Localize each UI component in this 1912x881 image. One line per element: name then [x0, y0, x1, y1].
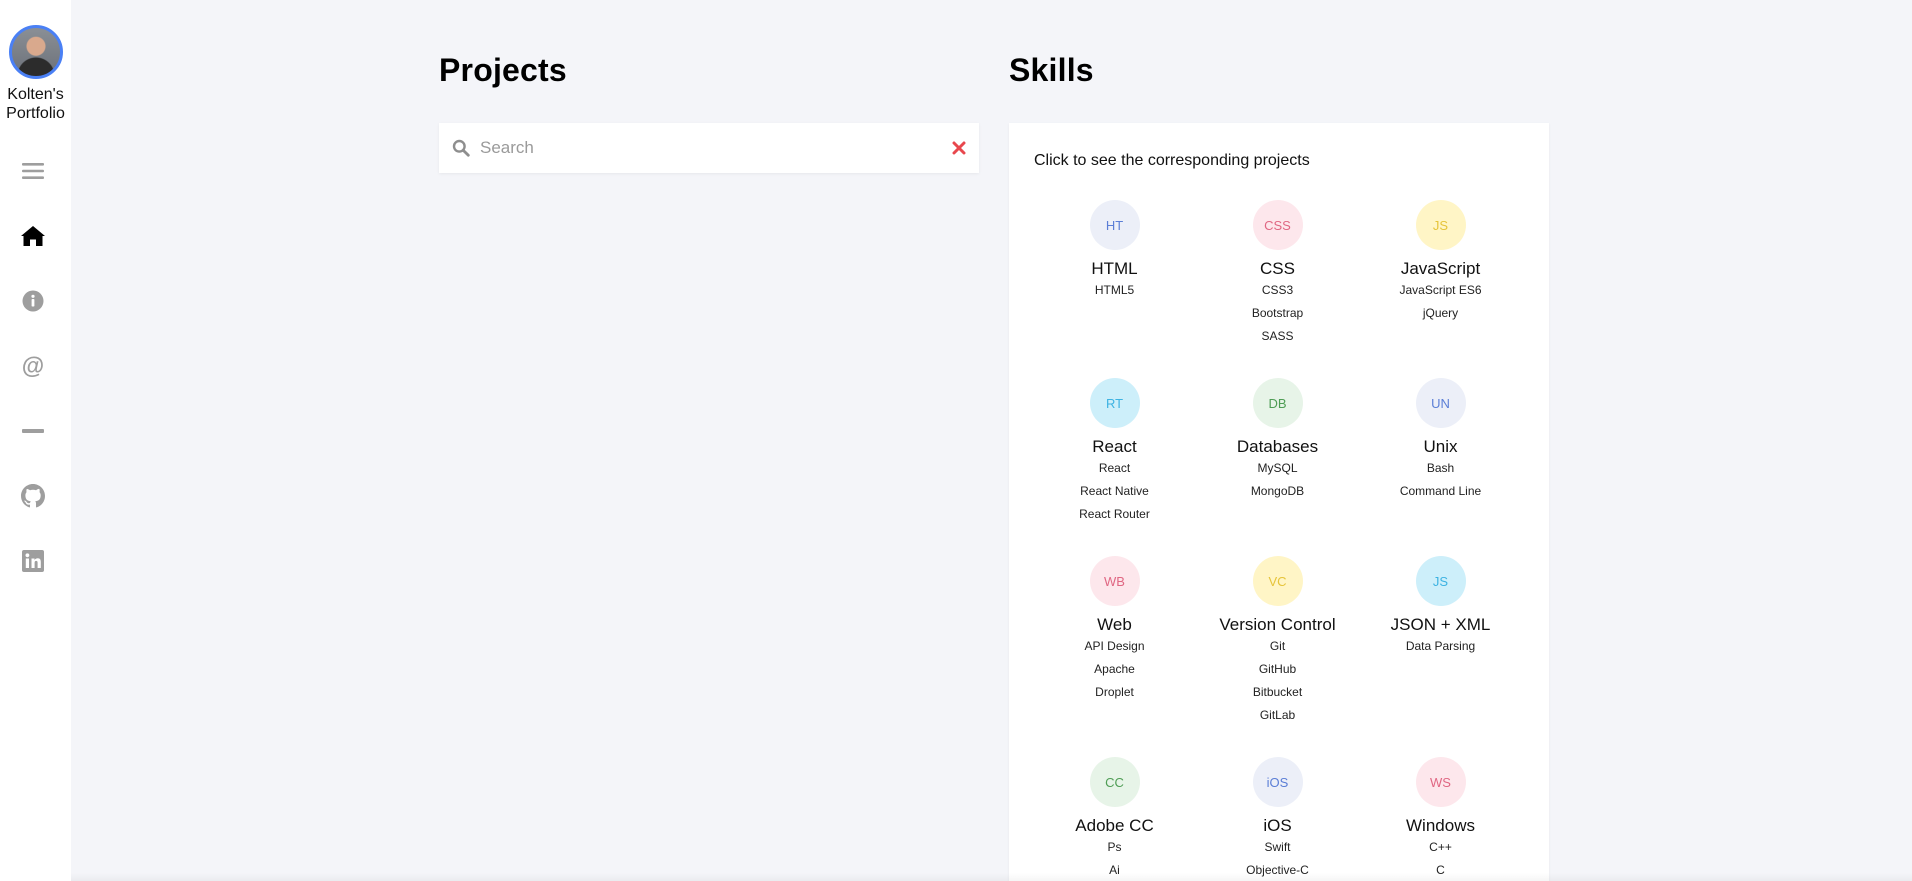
skill-windows[interactable]: WS Windows C++ C: [1359, 757, 1522, 881]
skill-name: JSON + XML: [1390, 615, 1491, 634]
bottom-shadow: [71, 873, 1912, 881]
svg-text:@: @: [22, 354, 44, 378]
skill-badge: HT: [1089, 200, 1140, 250]
skill-name: Adobe CC: [1075, 816, 1154, 835]
skill-subitem: GitLab: [1259, 708, 1296, 722]
home-icon[interactable]: [19, 222, 47, 250]
menu-icon[interactable]: [19, 157, 47, 185]
skill-html[interactable]: HT HTML HTML5: [1033, 200, 1196, 302]
skill-subitem: API Design: [1084, 639, 1145, 653]
skill-badge: WS: [1415, 757, 1466, 807]
close-icon[interactable]: [949, 138, 969, 158]
skill-badge: CC: [1089, 757, 1140, 807]
skill-subitem: Ps: [1107, 840, 1122, 854]
skill-subitem: React: [1098, 461, 1131, 475]
skill-version-control[interactable]: VC Version Control Git GitHub Bitbucket GitLa…: [1196, 556, 1359, 727]
brand-line-1: Kolten's: [7, 86, 64, 103]
projects-title: Projects: [439, 52, 567, 88]
info-icon[interactable]: [19, 287, 47, 315]
skill-subitem: Swift: [1264, 840, 1291, 854]
skill-badge: RT: [1089, 378, 1140, 428]
skill-subitem: JavaScript ES6: [1399, 283, 1482, 297]
search-icon: [450, 137, 472, 159]
skill-badge: DB: [1252, 378, 1303, 428]
skill-subitem: SASS: [1261, 329, 1294, 343]
skill-javascript[interactable]: JS JavaScript JavaScript ES6 jQuery: [1359, 200, 1522, 325]
brand-line-2: Portfolio: [6, 105, 65, 122]
brand-name[interactable]: Kolten's Portfolio: [6, 85, 65, 123]
skill-css[interactable]: CSS CSS CSS3 Bootstrap SASS: [1196, 200, 1359, 348]
skill-subitem: GitHub: [1258, 662, 1297, 676]
sidebar: Kolten's Portfolio @: [0, 0, 71, 881]
skill-badge: CSS: [1252, 200, 1303, 250]
skill-name: Web: [1097, 615, 1132, 634]
skill-subitem: CSS3: [1261, 283, 1294, 297]
skill-react[interactable]: RT React React React Native React Router: [1033, 378, 1196, 526]
skill-databases[interactable]: DB Databases MySQL MongoDB: [1196, 378, 1359, 503]
skill-badge: JS: [1415, 556, 1466, 606]
skills-title: Skills: [1009, 52, 1094, 88]
skill-badge: JS: [1415, 200, 1466, 250]
skills-hint: Click to see the corresponding projects: [1034, 152, 1310, 169]
skill-name: CSS: [1260, 259, 1295, 278]
skill-badge: iOS: [1252, 757, 1303, 807]
skill-subitem: Apache: [1094, 662, 1135, 676]
skill-subitem: C++: [1429, 840, 1452, 854]
skill-subitem: Git: [1269, 639, 1286, 653]
skill-name: JavaScript: [1400, 259, 1481, 278]
avatar[interactable]: [8, 25, 63, 79]
skill-subitem: jQuery: [1422, 306, 1459, 320]
skill-unix[interactable]: UN Unix Bash Command Line: [1359, 378, 1522, 503]
skill-subitem: Bootstrap: [1251, 306, 1304, 320]
skill-subitem: Bash: [1426, 461, 1455, 475]
skill-subitem: React Router: [1079, 507, 1150, 521]
skill-subitem: MongoDB: [1250, 484, 1305, 498]
linkedin-icon[interactable]: [19, 547, 47, 575]
search-input[interactable]: [480, 138, 940, 158]
skill-subitem: Bitbucket: [1252, 685, 1303, 699]
skill-subitem: MySQL: [1257, 461, 1298, 475]
skill-badge: WB: [1089, 556, 1140, 606]
skill-subitem: Command Line: [1399, 484, 1482, 498]
skill-web[interactable]: WB Web API Design Apache Droplet: [1033, 556, 1196, 704]
skill-name: React: [1092, 437, 1137, 456]
skill-adobe-cc[interactable]: CC Adobe CC Ps Ai: [1033, 757, 1196, 881]
skill-name: Windows: [1406, 816, 1475, 835]
github-icon[interactable]: [19, 482, 47, 510]
skill-name: iOS: [1263, 816, 1292, 835]
skills-card: Click to see the corresponding projects …: [1009, 123, 1549, 881]
skill-subitem: React Native: [1080, 484, 1149, 498]
skill-name: Version Control: [1219, 615, 1336, 634]
skill-name: Databases: [1236, 437, 1319, 456]
search-bar: [439, 123, 979, 173]
dash-icon[interactable]: [19, 417, 47, 445]
skill-name: HTML: [1091, 259, 1138, 278]
skill-badge: UN: [1415, 378, 1466, 428]
skill-subitem: Data Parsing: [1405, 639, 1476, 653]
skill-subitem: Droplet: [1095, 685, 1134, 699]
skill-badge: VC: [1252, 556, 1303, 606]
at-icon[interactable]: @: [19, 352, 47, 380]
skill-name: Unix: [1423, 437, 1458, 456]
skill-json-xml[interactable]: JS JSON + XML Data Parsing: [1359, 556, 1522, 658]
skill-ios[interactable]: iOS iOS Swift Objective-C: [1196, 757, 1359, 881]
skill-subitem: HTML5: [1094, 283, 1135, 297]
